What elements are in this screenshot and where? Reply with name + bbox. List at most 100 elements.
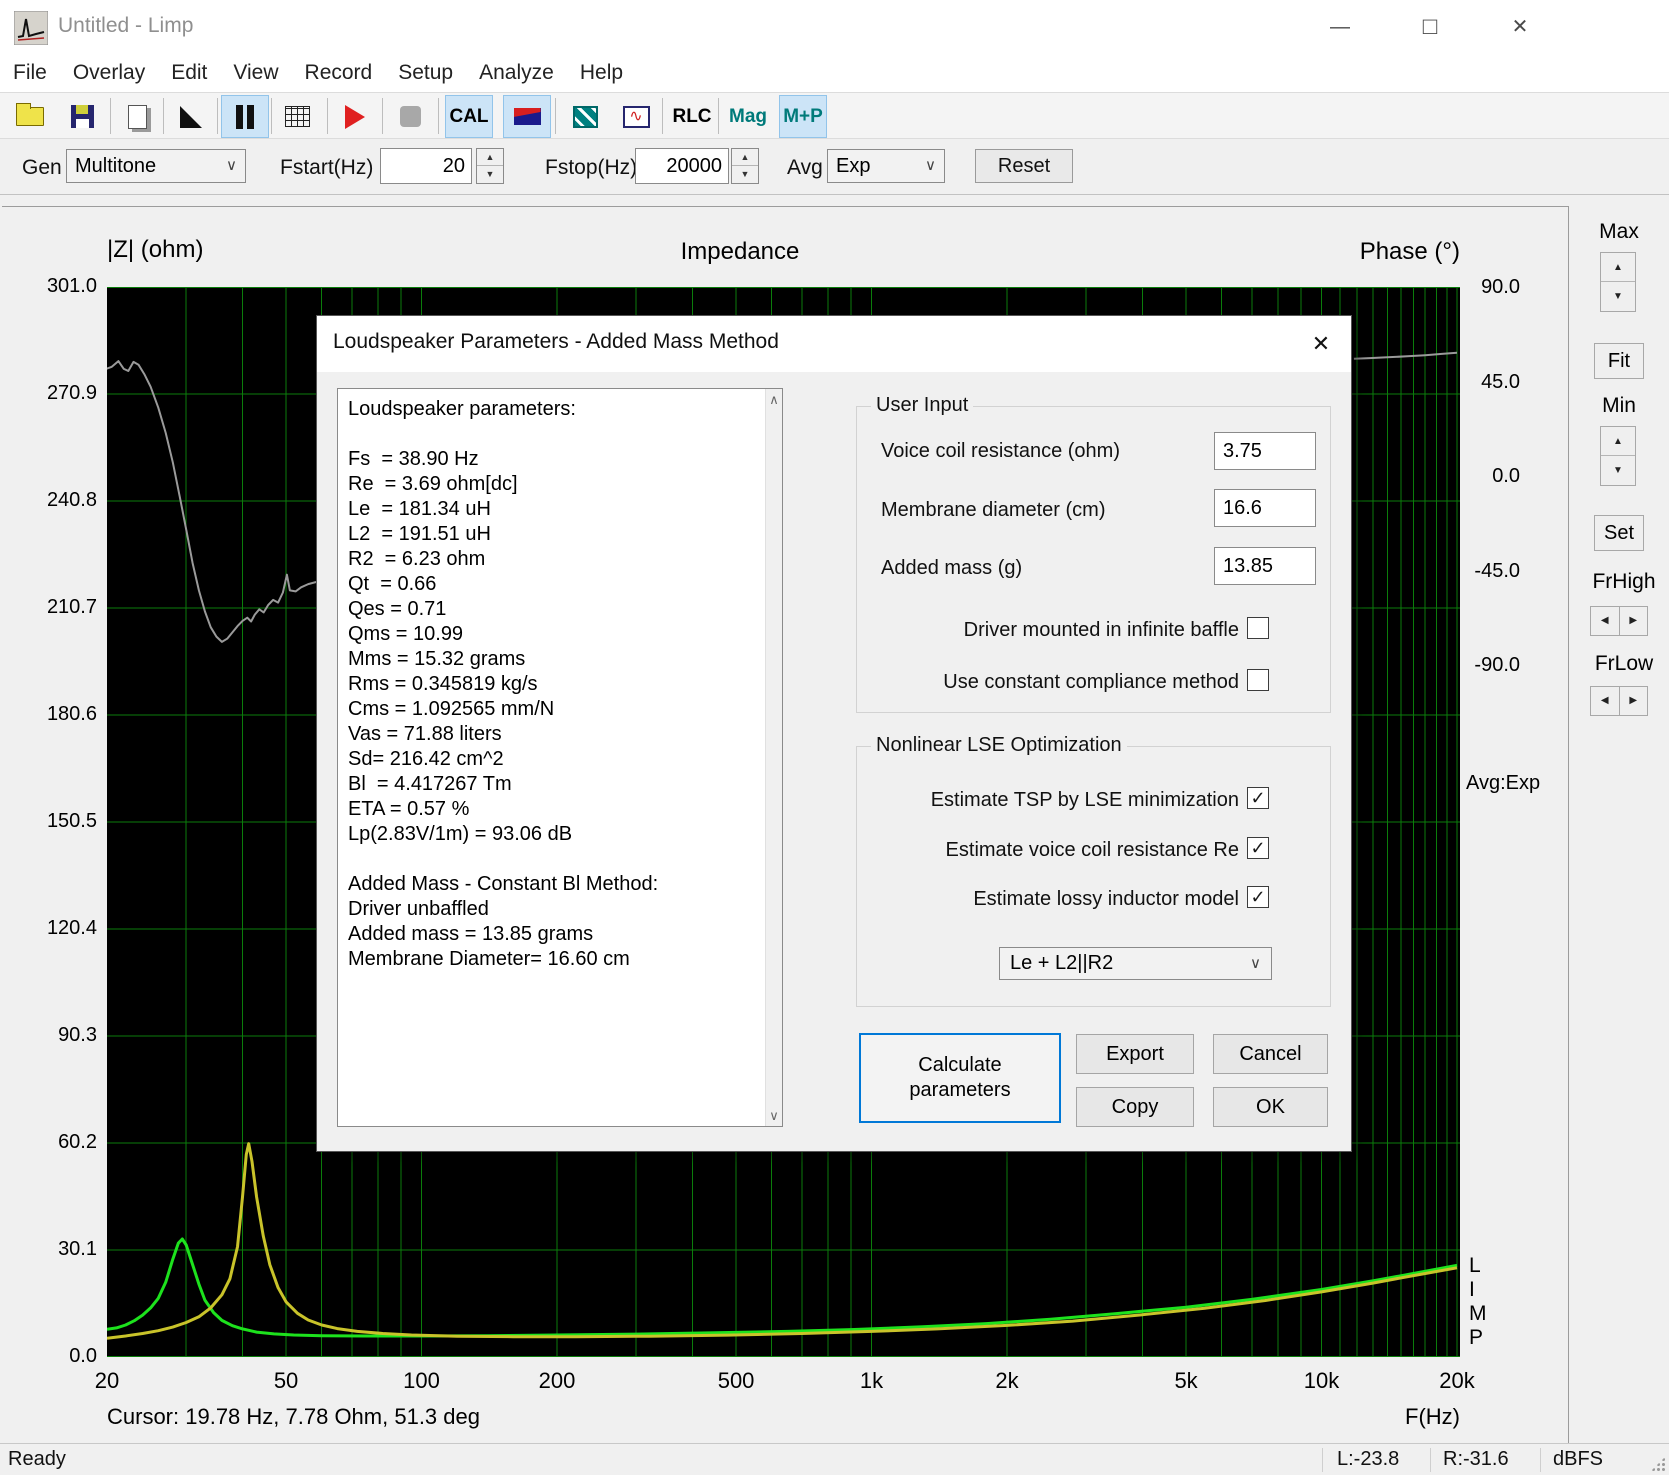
loudspeaker-parameters-dialog: Loudspeaker Parameters - Added Mass Meth…: [316, 315, 1352, 1152]
avg-value: Exp: [836, 155, 870, 177]
menu-item-help[interactable]: Help: [567, 55, 636, 91]
magnitude-view-button[interactable]: Mag: [724, 95, 772, 138]
pause-button[interactable]: [221, 95, 269, 138]
chart-title: Impedance: [560, 238, 920, 266]
membrane-diameter-field[interactable]: [1214, 489, 1316, 527]
cancel-button[interactable]: Cancel: [1213, 1034, 1328, 1074]
reset-button[interactable]: Reset: [975, 149, 1073, 183]
frlow-arrows[interactable]: ◀ ▶: [1590, 686, 1648, 716]
copy-button[interactable]: [113, 95, 161, 138]
magnitude-phase-view-button[interactable]: M+P: [779, 95, 827, 138]
estimate-re-checkbox[interactable]: ✓: [1247, 837, 1269, 859]
constant-compliance-checkbox[interactable]: [1247, 669, 1269, 691]
parameter-line: [338, 847, 782, 872]
frlow-label: FrLow: [1580, 652, 1668, 676]
avg-select[interactable]: Exp ∨: [827, 149, 945, 183]
down-icon[interactable]: ▼: [1601, 282, 1635, 311]
parameter-line: Added Mass - Constant Bl Method:: [338, 872, 782, 897]
status-left-level: L:-23.8: [1337, 1448, 1399, 1471]
estimate-tsp-checkbox[interactable]: ✓: [1247, 787, 1269, 809]
parameter-line: Re = 3.69 ohm[dc]: [338, 472, 782, 497]
menu-item-record[interactable]: Record: [292, 55, 386, 91]
up-icon[interactable]: ▲: [477, 149, 503, 166]
parameter-line: Mms = 15.32 grams: [338, 647, 782, 672]
right-arrow-icon[interactable]: ▶: [1619, 686, 1649, 716]
calculate-parameters-button[interactable]: Calculate parameters: [859, 1033, 1061, 1123]
menu-item-analyze[interactable]: Analyze: [466, 55, 567, 91]
user-input-group: User Input Voice coil resistance (ohm) M…: [856, 406, 1331, 713]
parameters-listbox[interactable]: Loudspeaker parameters: Fs = 38.90 HzRe …: [337, 388, 783, 1127]
rlc-button[interactable]: RLC: [668, 95, 716, 138]
stop-icon: [400, 106, 421, 127]
save-file-button[interactable]: [58, 95, 106, 138]
up-icon[interactable]: ▲: [1601, 253, 1635, 282]
minimize-icon[interactable]: —: [1314, 6, 1366, 48]
set-button[interactable]: Set: [1594, 515, 1644, 551]
up-icon[interactable]: ▲: [732, 149, 758, 166]
signal-view-button[interactable]: ∿: [612, 95, 660, 138]
fstart-input[interactable]: [380, 148, 472, 184]
infinite-baffle-checkbox[interactable]: [1247, 617, 1269, 639]
maximize-icon[interactable]: □: [1404, 6, 1456, 48]
dialog-close-icon[interactable]: ✕: [1305, 328, 1337, 360]
record-start-button[interactable]: [331, 95, 379, 138]
ok-button[interactable]: OK: [1213, 1087, 1328, 1127]
down-icon[interactable]: ▼: [732, 166, 758, 183]
record-stop-button[interactable]: [386, 95, 434, 138]
scroll-up-icon[interactable]: ∧: [766, 391, 782, 408]
fstart-stepper[interactable]: ▲ ▼: [476, 148, 504, 184]
added-mass-label: Added mass (g): [881, 557, 1022, 580]
frequency-tick: 50: [246, 1368, 326, 1394]
toolbar-separator: [327, 98, 328, 134]
menu-item-file[interactable]: File: [0, 55, 60, 91]
separator-line: [0, 194, 1669, 195]
copy-button[interactable]: Copy: [1076, 1087, 1194, 1127]
menu-item-edit[interactable]: Edit: [158, 55, 220, 91]
parameter-line: Membrane Diameter= 16.60 cm: [338, 947, 782, 972]
toolbar-separator: [555, 98, 556, 134]
menu-item-setup[interactable]: Setup: [385, 55, 466, 91]
analysis-button[interactable]: [561, 95, 609, 138]
avg-indicator: Avg:Exp: [1466, 772, 1540, 795]
listbox-scrollbar[interactable]: ∧ ∨: [765, 389, 782, 1126]
table-view-button[interactable]: [273, 95, 321, 138]
voice-coil-resistance-field[interactable]: [1214, 432, 1316, 470]
fstop-stepper[interactable]: ▲ ▼: [731, 148, 759, 184]
calibrate-button[interactable]: CAL: [445, 95, 493, 138]
pause-icon: [236, 105, 254, 129]
generator-setup-button[interactable]: [503, 95, 551, 138]
z-axis-tick: 90.3: [27, 1024, 97, 1047]
parameter-line: R2 = 6.23 ohm: [338, 547, 782, 572]
added-mass-field[interactable]: [1214, 547, 1316, 585]
z-axis-tick: 210.7: [27, 596, 97, 619]
avg-label: Avg: [787, 156, 823, 180]
left-arrow-icon[interactable]: ◀: [1590, 686, 1619, 716]
scroll-down-icon[interactable]: ∨: [766, 1107, 782, 1124]
fstop-input[interactable]: [635, 148, 729, 184]
dialog-title-bar[interactable]: Loudspeaker Parameters - Added Mass Meth…: [317, 316, 1351, 372]
up-icon[interactable]: ▲: [1601, 427, 1635, 456]
status-separator: [1322, 1448, 1323, 1472]
close-icon[interactable]: ✕: [1494, 6, 1546, 48]
min-stepper[interactable]: ▲ ▼: [1600, 426, 1636, 486]
right-arrow-icon[interactable]: ▶: [1619, 606, 1649, 636]
frhigh-arrows[interactable]: ◀ ▶: [1590, 606, 1648, 636]
parameter-line: Vas = 71.88 liters: [338, 722, 782, 747]
estimate-lossy-inductor-checkbox[interactable]: ✓: [1247, 886, 1269, 908]
generator-select[interactable]: Multitone ∨: [66, 149, 246, 183]
title-bar: Untitled - Limp — □ ✕: [0, 0, 1669, 55]
menu-item-view[interactable]: View: [220, 55, 291, 91]
overlay-button[interactable]: [167, 95, 215, 138]
export-button[interactable]: Export: [1076, 1034, 1194, 1074]
menu-item-overlay[interactable]: Overlay: [60, 55, 158, 91]
down-icon[interactable]: ▼: [1601, 456, 1635, 485]
limp-window: Untitled - Limp — □ ✕ FileOverlayEditVie…: [0, 0, 1669, 1475]
save-floppy-icon: [71, 105, 94, 128]
max-stepper[interactable]: ▲ ▼: [1600, 252, 1636, 312]
inductor-model-select[interactable]: Le + L2||R2 ∨: [999, 947, 1272, 980]
fit-button[interactable]: Fit: [1594, 343, 1644, 379]
resize-grip-icon[interactable]: [1651, 1457, 1665, 1471]
left-arrow-icon[interactable]: ◀: [1590, 606, 1619, 636]
open-file-button[interactable]: [6, 95, 54, 138]
down-icon[interactable]: ▼: [477, 166, 503, 183]
